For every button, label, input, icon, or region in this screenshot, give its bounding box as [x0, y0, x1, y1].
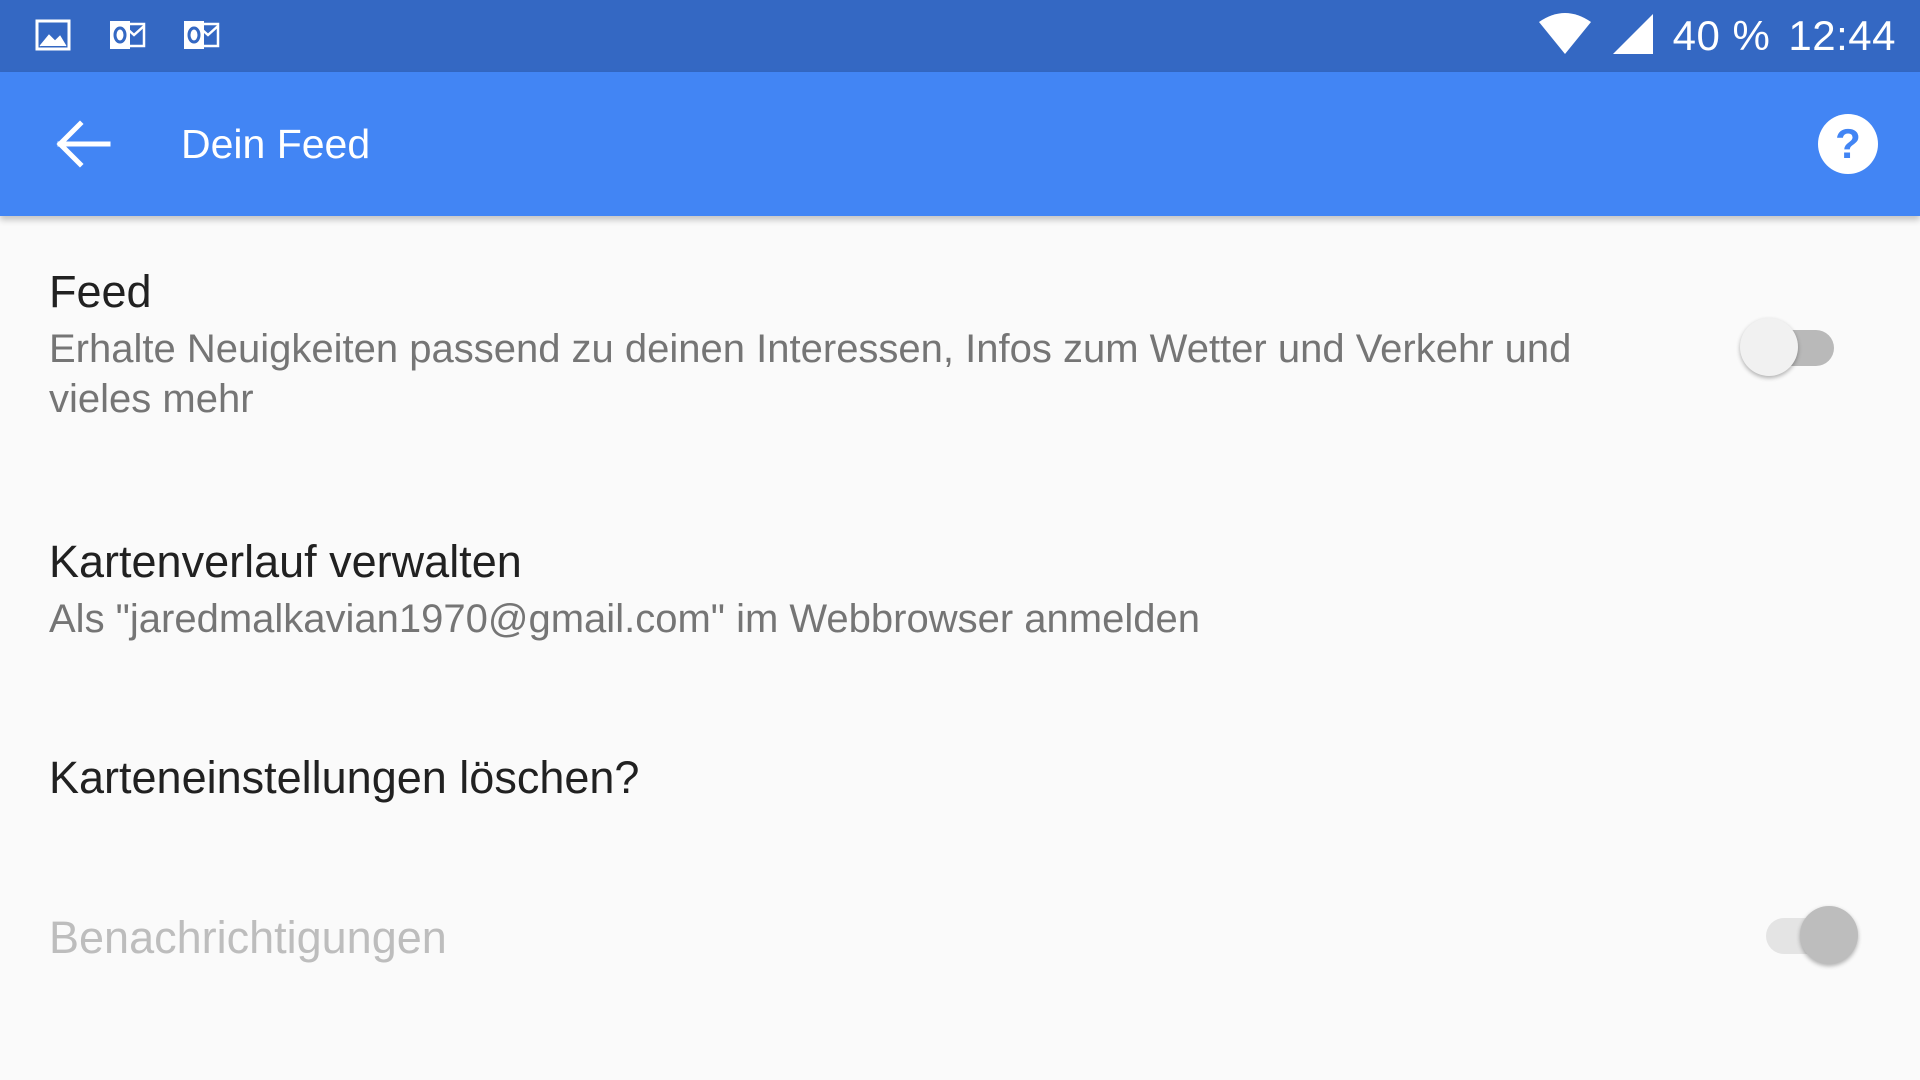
setting-feed-summary: Erhalte Neuigkeiten passend zu deinen In…	[49, 327, 1572, 421]
setting-delete-card-settings[interactable]: Karteneinstellungen löschen?	[0, 742, 1920, 842]
notification-icons	[34, 16, 220, 54]
setting-notifications[interactable]: Benachrichtigungen	[0, 902, 1920, 1002]
setting-notifications-title: Benachrichtigungen	[49, 912, 447, 963]
system-status: 40 % 12:44	[1537, 10, 1896, 62]
setting-feed[interactable]: Feed Erhalte Neuigkeiten passend zu dein…	[0, 256, 1920, 436]
notifications-toggle-thumb	[1800, 906, 1858, 964]
image-icon	[34, 16, 72, 54]
setting-feed-title: Feed	[49, 266, 152, 317]
setting-card-history[interactable]: Kartenverlauf verwalten Als "jaredmalkav…	[0, 526, 1920, 666]
battery-percent: 40 %	[1672, 12, 1771, 59]
arrow-left-icon	[52, 120, 116, 180]
svg-text:?: ?	[1835, 120, 1861, 167]
wifi-icon	[1537, 12, 1593, 61]
page-title: Dein Feed	[181, 121, 371, 167]
outlook-icon	[182, 16, 220, 54]
help-circle-icon: ?	[1816, 114, 1880, 180]
status-bar: 40 % 12:44	[0, 0, 1920, 72]
feed-toggle-thumb	[1740, 318, 1798, 376]
setting-card-history-summary: Als "jaredmalkavian1970@gmail.com" im We…	[49, 597, 1200, 641]
help-button[interactable]: ?	[1816, 112, 1880, 176]
feed-toggle[interactable]	[1740, 314, 1840, 376]
settings-list: Feed Erhalte Neuigkeiten passend zu dein…	[0, 216, 1920, 1080]
setting-card-history-title: Kartenverlauf verwalten	[49, 536, 522, 587]
app-bar: Dein Feed ?	[0, 72, 1920, 216]
outlook-icon	[108, 16, 146, 54]
back-button[interactable]	[52, 112, 116, 176]
setting-delete-card-settings-title: Karteneinstellungen löschen?	[49, 752, 640, 803]
cell-signal-icon	[1611, 12, 1655, 61]
clock: 12:44	[1788, 12, 1896, 59]
notifications-toggle[interactable]	[1756, 902, 1858, 964]
